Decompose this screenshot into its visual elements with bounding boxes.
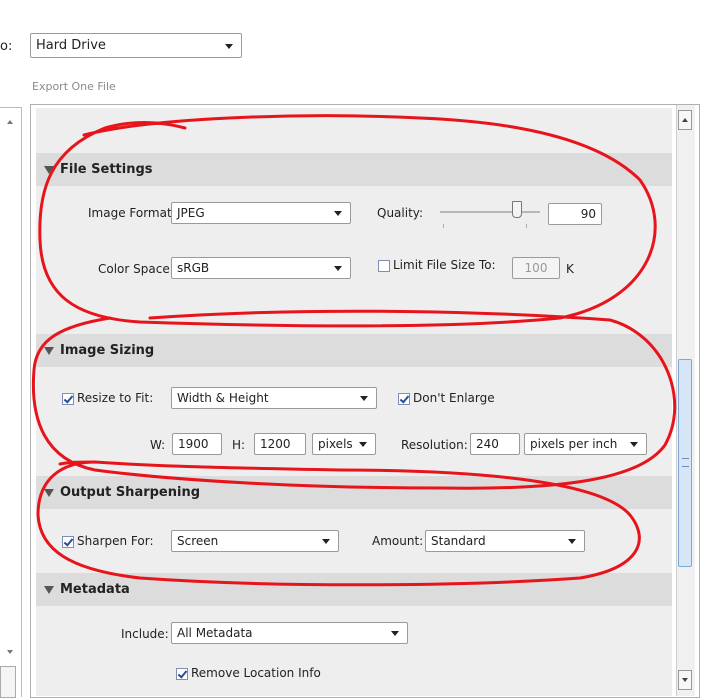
width-input[interactable]: 1900	[172, 433, 222, 455]
scroll-up-button[interactable]	[678, 110, 692, 130]
chevron-down-icon	[630, 442, 638, 447]
quality-label: Quality:	[377, 206, 424, 220]
image-format-select[interactable]: JPEG	[171, 202, 351, 224]
amount-value: Standard	[431, 534, 486, 548]
sharpen-for-label: Sharpen For:	[77, 534, 154, 548]
color-space-label: Color Space:	[98, 262, 174, 276]
scroll-down-button[interactable]	[678, 670, 692, 690]
resize-mode-value: Width & Height	[177, 391, 269, 405]
arrow-up-icon	[682, 118, 688, 122]
grip-icon	[682, 458, 689, 467]
include-select[interactable]: All Metadata	[171, 622, 408, 644]
scroll-up-icon[interactable]	[7, 120, 13, 124]
resolution-label: Resolution:	[401, 438, 468, 452]
export-subtitle: Export One File	[32, 80, 116, 93]
scrollbar-thumb[interactable]	[678, 359, 692, 567]
limit-file-size-label: Limit File Size To:	[393, 258, 496, 272]
quality-slider-track[interactable]	[440, 211, 540, 213]
section-title: Output Sharpening	[60, 485, 201, 500]
scroll-down-icon[interactable]	[7, 650, 13, 654]
limit-file-size-value: 100	[524, 261, 548, 275]
limit-file-size-input[interactable]: 100	[512, 257, 560, 279]
section-metadata[interactable]: Metadata	[36, 573, 672, 606]
image-format-label: Image Format:	[88, 206, 176, 220]
resolution-unit-value: pixels per inch	[530, 437, 618, 451]
remove-location-checkbox[interactable]	[176, 668, 188, 680]
preset-list-scroll-corner	[0, 666, 16, 698]
destination-select[interactable]: Hard Drive	[30, 33, 242, 58]
section-image-sizing[interactable]: Image Sizing	[36, 334, 672, 367]
disclosure-triangle-icon	[44, 346, 54, 355]
dont-enlarge-label: Don't Enlarge	[413, 391, 495, 405]
width-value: 1900	[178, 437, 209, 451]
section-file-settings[interactable]: File Settings	[36, 153, 672, 186]
disclosure-triangle-icon	[44, 488, 54, 497]
size-unit-value: pixels	[318, 437, 353, 451]
limit-file-size-checkbox[interactable]	[378, 260, 390, 272]
chevron-down-icon	[334, 211, 342, 216]
quality-slider-tick	[443, 224, 444, 228]
quality-value: 90	[580, 207, 596, 221]
include-label: Include:	[121, 627, 169, 641]
section-title: Image Sizing	[60, 343, 155, 358]
chevron-down-icon	[322, 539, 330, 544]
destination-value: Hard Drive	[36, 38, 106, 53]
amount-select[interactable]: Standard	[425, 530, 585, 552]
sharpen-for-checkbox[interactable]	[62, 536, 74, 548]
chevron-down-icon	[391, 631, 399, 636]
width-label: W:	[150, 438, 166, 452]
quality-slider-tick	[526, 224, 527, 228]
resolution-value: 240	[476, 437, 499, 451]
chevron-down-icon	[568, 539, 576, 544]
export-to-label: o:	[0, 39, 13, 54]
include-value: All Metadata	[177, 626, 253, 640]
resolution-unit-select[interactable]: pixels per inch	[524, 433, 647, 455]
arrow-down-icon	[682, 678, 688, 682]
limit-file-size-unit: K	[566, 262, 574, 276]
resize-mode-select[interactable]: Width & Height	[171, 387, 377, 409]
size-unit-select[interactable]: pixels	[312, 433, 376, 455]
preset-list-pane[interactable]	[0, 107, 22, 697]
remove-location-label: Remove Location Info	[191, 666, 321, 680]
color-space-select[interactable]: sRGB	[171, 257, 351, 279]
height-input[interactable]: 1200	[254, 433, 306, 455]
disclosure-triangle-icon	[44, 165, 54, 174]
resize-to-fit-checkbox[interactable]	[62, 393, 74, 405]
chevron-down-icon	[360, 396, 368, 401]
sharpen-for-select[interactable]: Screen	[171, 530, 339, 552]
sharpen-for-value: Screen	[177, 534, 219, 548]
quality-input[interactable]: 90	[548, 203, 602, 225]
dont-enlarge-checkbox[interactable]	[398, 393, 410, 405]
chevron-down-icon	[225, 44, 233, 49]
color-space-value: sRGB	[177, 261, 210, 275]
resolution-input[interactable]: 240	[470, 433, 520, 455]
amount-label: Amount:	[372, 534, 424, 548]
quality-slider-thumb[interactable]	[512, 201, 522, 218]
disclosure-triangle-icon	[44, 585, 54, 594]
chevron-down-icon	[334, 266, 342, 271]
image-format-value: JPEG	[177, 206, 205, 220]
chevron-down-icon	[359, 442, 367, 447]
resize-to-fit-label: Resize to Fit:	[77, 391, 154, 405]
section-title: Metadata	[60, 582, 130, 597]
section-title: File Settings	[60, 162, 153, 177]
height-label: H:	[232, 438, 246, 452]
height-value: 1200	[260, 437, 291, 451]
section-output-sharpening[interactable]: Output Sharpening	[36, 476, 672, 509]
